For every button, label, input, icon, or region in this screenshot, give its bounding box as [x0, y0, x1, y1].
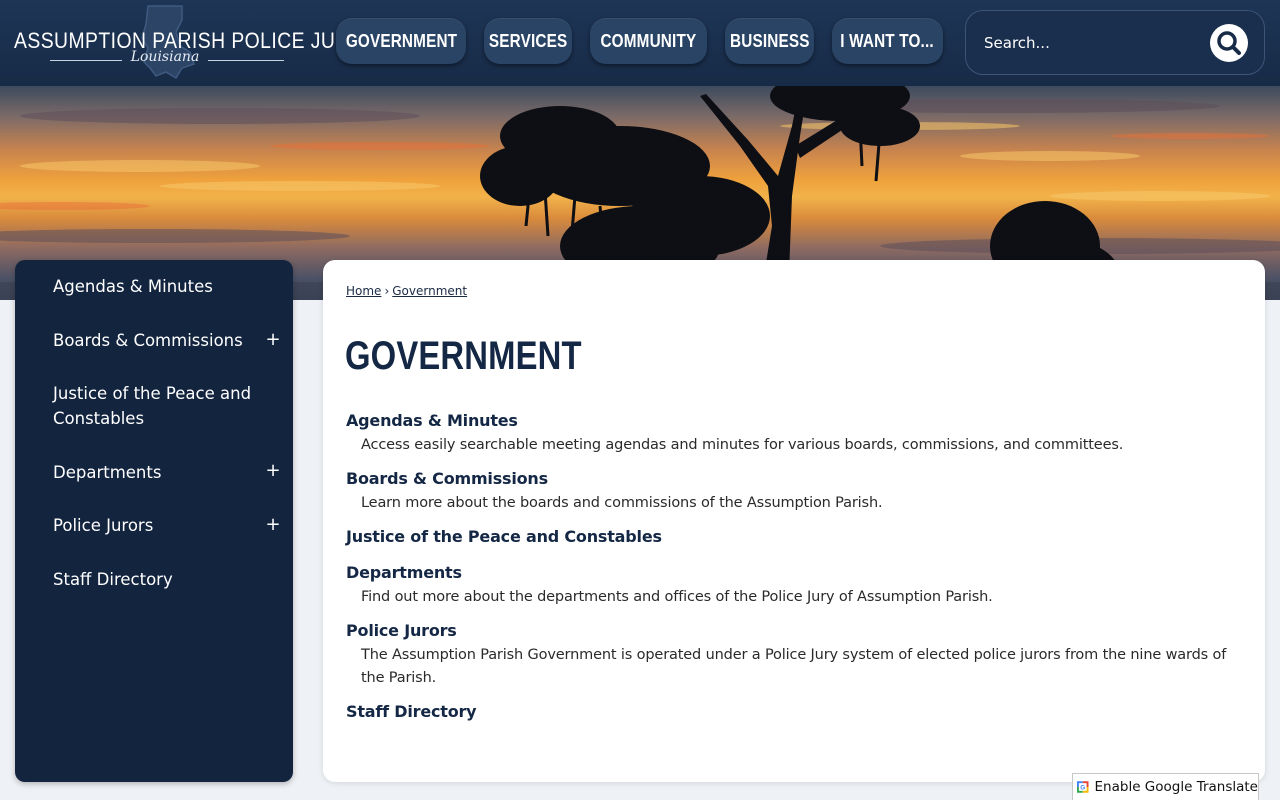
search-icon: [1217, 31, 1241, 55]
expand-departments-icon[interactable]: +: [263, 461, 283, 481]
sidebar-item-justice-peace[interactable]: Justice of the Peace and Constables: [53, 381, 263, 431]
sidebar-item-departments[interactable]: Departments: [53, 460, 253, 485]
sidebar-item-police-jurors[interactable]: Police Jurors: [53, 513, 253, 538]
entry-agendas-minutes-link[interactable]: Agendas & Minutes: [346, 411, 518, 430]
nav-services-label: SERVICES: [488, 30, 568, 51]
nav-community-label: COMMUNITY: [600, 30, 697, 51]
logo-rule-left: [50, 60, 122, 61]
nav-business-label: BUSINESS: [729, 30, 810, 51]
entry-departments-description: Find out more about the departments and …: [361, 589, 993, 605]
search-button[interactable]: [1210, 24, 1248, 62]
page-title: GOVERNMENT: [345, 334, 582, 378]
nav-services[interactable]: SERVICES: [484, 18, 572, 64]
entry-boards-commissions-description: Learn more about the boards and commissi…: [361, 495, 883, 511]
entry-agendas-minutes-description: Access easily searchable meeting agendas…: [361, 437, 1124, 453]
svg-text:G: G: [1080, 785, 1085, 792]
nav-i-want-to-label: I WANT TO...: [840, 30, 935, 51]
google-translate-label: Enable Google Translate: [1094, 779, 1258, 795]
entry-police-jurors-description: The Assumption Parish Government is oper…: [361, 647, 1227, 686]
entry-boards-commissions-link[interactable]: Boards & Commissions: [346, 469, 548, 488]
site-logo[interactable]: Assumption Parish Police Jury Louisiana: [12, 0, 362, 86]
nav-government-label: GOVERNMENT: [345, 30, 457, 51]
search-input[interactable]: [984, 27, 1204, 59]
nav-i-want-to[interactable]: I WANT TO...: [832, 18, 943, 64]
expand-boards-commissions-icon[interactable]: +: [263, 330, 283, 350]
main-content-card: Home › Government GOVERNMENT Agendas & Min…: [323, 260, 1265, 782]
google-translate-icon: G: [1077, 781, 1089, 793]
breadcrumb-separator: ›: [384, 284, 390, 298]
breadcrumb: Home › Government: [346, 284, 467, 298]
google-translate-button[interactable]: G Enable Google Translate: [1072, 773, 1259, 800]
sidebar-nav: Agendas & Minutes Boards & Commissions +…: [15, 260, 293, 782]
breadcrumb-government-link[interactable]: Government: [392, 284, 467, 298]
entry-departments-link[interactable]: Departments: [346, 563, 462, 582]
entry-justice-peace-link[interactable]: Justice of the Peace and Constables: [346, 527, 662, 546]
sidebar-item-agendas-minutes[interactable]: Agendas & Minutes: [53, 274, 253, 299]
nav-government[interactable]: GOVERNMENT: [336, 18, 466, 64]
entry-police-jurors-link[interactable]: Police Jurors: [346, 621, 457, 640]
nav-community[interactable]: COMMUNITY: [590, 18, 707, 64]
expand-police-jurors-icon[interactable]: +: [263, 515, 283, 535]
site-header: Assumption Parish Police Jury Louisiana …: [0, 0, 1280, 86]
sidebar-item-boards-commissions[interactable]: Boards & Commissions: [53, 328, 253, 353]
sidebar-item-staff-directory[interactable]: Staff Directory: [53, 567, 253, 592]
search-box: [965, 10, 1265, 75]
nav-business[interactable]: BUSINESS: [725, 18, 814, 64]
site-logo-subtitle: Louisiana: [130, 49, 200, 65]
breadcrumb-home-link[interactable]: Home: [346, 284, 381, 298]
logo-rule-right: [208, 60, 284, 61]
entry-staff-directory-link[interactable]: Staff Directory: [346, 702, 477, 721]
